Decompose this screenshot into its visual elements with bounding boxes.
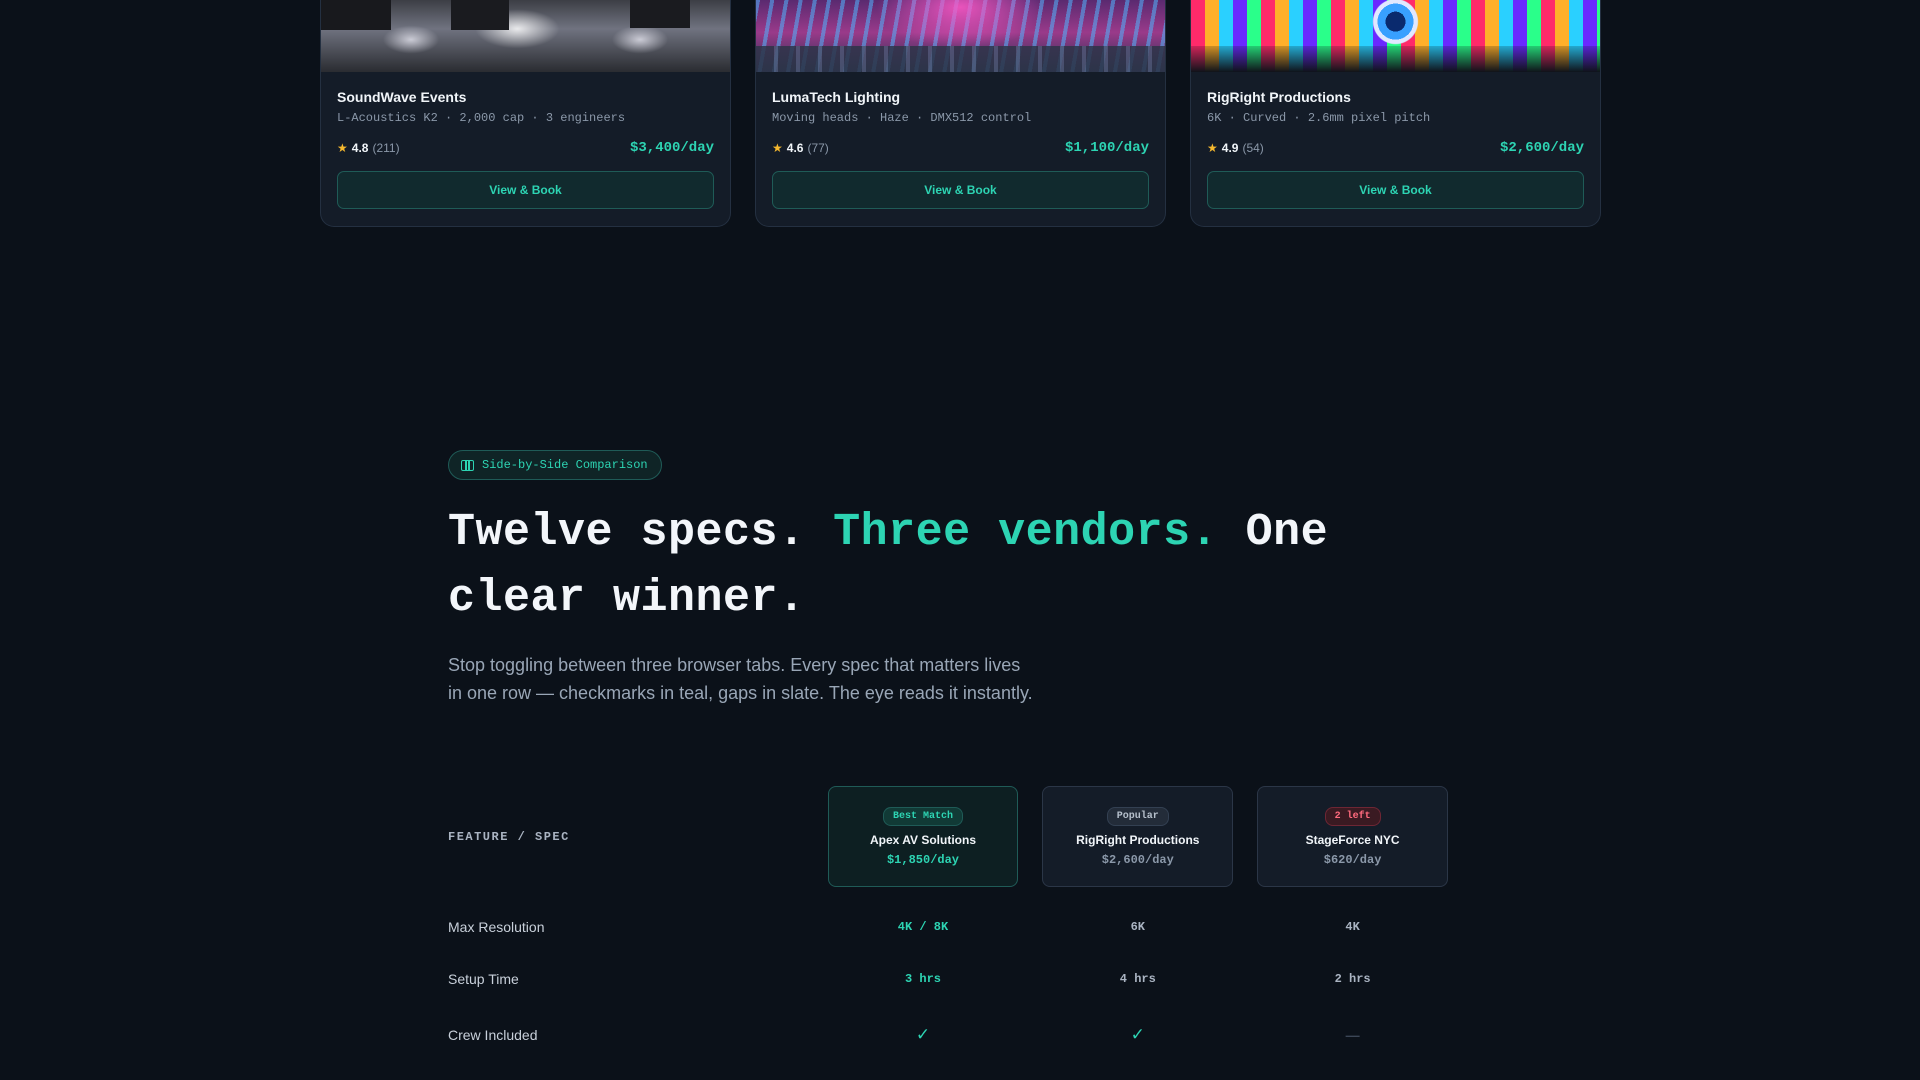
comparison-header-row: FEATURE / SPEC Best Match Apex AV Soluti…	[448, 786, 1472, 887]
rating-value: 4.8	[351, 141, 369, 155]
vendor-price: $3,400/day	[629, 140, 714, 156]
section-eyebrow-badge: Side-by-Side Comparison	[448, 450, 662, 480]
vendor-price: $1,100/day	[1064, 140, 1149, 156]
section-headline: Twelve specs. Three vendors. One clear w…	[448, 500, 1472, 632]
rating-value: 4.9	[1221, 141, 1239, 155]
best-match-badge: Best Match	[882, 806, 963, 826]
row-label: Max Resolution	[448, 919, 545, 935]
review-count: (211)	[372, 141, 400, 155]
vendor-column-price: $1,850/day	[886, 852, 959, 867]
vendor-column-apex[interactable]: Best Match Apex AV Solutions $1,850/day	[827, 786, 1019, 887]
cell-value: ✓	[1042, 1025, 1233, 1045]
feature-column-header: FEATURE / SPEC	[448, 829, 570, 844]
vendor-name: LumaTech Lighting	[772, 89, 901, 105]
cell-value: 2 hrs	[1334, 972, 1371, 986]
review-count: (54)	[1242, 141, 1264, 155]
review-count: (77)	[807, 141, 829, 155]
vendor-rating: ★ 4.6 (77)	[772, 141, 829, 155]
star-icon: ★	[1207, 141, 1218, 155]
comparison-section: Side-by-Side Comparison Twelve specs. Th…	[448, 450, 1472, 707]
vendor-specs: Moving heads · Haze · DMX512 control	[772, 111, 1032, 125]
table-row-max-resolution: Max Resolution 4K / 8K 6K 4K	[448, 915, 1472, 939]
table-icon	[461, 459, 474, 471]
vendor-column-price: $2,600/day	[1101, 852, 1174, 867]
check-icon: ✓	[1130, 1025, 1145, 1044]
rating-value: 4.6	[786, 141, 804, 155]
vendor-card-soundwave[interactable]: SoundWave Events L-Acoustics K2 · 2,000 …	[320, 0, 731, 227]
vendor-rating: ★ 4.9 (54)	[1207, 141, 1264, 155]
vendor-specs: 6K · Curved · 2.6mm pixel pitch	[1207, 111, 1431, 125]
view-and-book-button[interactable]: View & Book	[337, 171, 714, 209]
vendor-column-price: $620/day	[1323, 852, 1382, 867]
headline-accent: Three vendors.	[833, 507, 1219, 558]
headline-part-1: Twelve specs.	[448, 507, 834, 558]
availability-badge: 2 left	[1324, 806, 1381, 826]
view-and-book-button[interactable]: View & Book	[772, 171, 1149, 209]
vendor-column-name: StageForce NYC	[1305, 832, 1400, 847]
vendor-card-lumatech[interactable]: LumaTech Lighting Moving heads · Haze · …	[755, 0, 1166, 227]
vendor-specs: L-Acoustics K2 · 2,000 cap · 3 engineers	[337, 111, 626, 125]
vendor-photo-led-wall	[1191, 0, 1600, 72]
vendor-card-rigright[interactable]: RigRight Productions 6K · Curved · 2.6mm…	[1190, 0, 1601, 227]
view-and-book-button[interactable]: View & Book	[1207, 171, 1584, 209]
table-row-setup-time: Setup Time 3 hrs 4 hrs 2 hrs	[448, 967, 1472, 991]
vendor-price: $2,600/day	[1499, 140, 1584, 156]
popular-badge: Popular	[1106, 806, 1169, 826]
table-row-crew-included: Crew Included ✓ ✓ —	[448, 1023, 1472, 1047]
vendor-column-stageforce[interactable]: 2 left StageForce NYC $620/day	[1257, 786, 1448, 887]
cell-value: 4 hrs	[1119, 972, 1156, 986]
vendor-photo-stage-speakers	[321, 0, 730, 72]
star-icon: ★	[337, 141, 348, 155]
vendor-name: SoundWave Events	[337, 89, 467, 105]
vendor-rating: ★ 4.8 (211)	[337, 141, 400, 155]
cell-value: 6K	[1130, 920, 1145, 934]
eyebrow-label: Side-by-Side Comparison	[482, 458, 648, 472]
dash-icon: —	[1345, 1027, 1360, 1043]
cell-value: 3 hrs	[905, 972, 942, 986]
cell-value: —	[1257, 1027, 1448, 1043]
vendor-photo-lighting-rig	[756, 0, 1165, 72]
vendor-column-name: Apex AV Solutions	[869, 832, 976, 847]
comparison-table: FEATURE / SPEC Best Match Apex AV Soluti…	[448, 786, 1472, 1047]
cell-value: 4K / 8K	[897, 920, 949, 934]
star-icon: ★	[772, 141, 783, 155]
vendor-column-name: RigRight Productions	[1076, 832, 1200, 847]
section-lead: Stop toggling between three browser tabs…	[448, 655, 1033, 703]
row-label: Setup Time	[448, 971, 519, 987]
row-label: Crew Included	[448, 1027, 538, 1043]
vendor-column-rigright[interactable]: Popular RigRight Productions $2,600/day	[1042, 786, 1234, 887]
vendor-name: RigRight Productions	[1207, 89, 1351, 105]
vendor-cards-row: SoundWave Events L-Acoustics K2 · 2,000 …	[320, 0, 1601, 227]
cell-value: ✓	[828, 1025, 1019, 1045]
check-icon: ✓	[915, 1025, 931, 1044]
cell-value: 4K	[1345, 920, 1360, 934]
